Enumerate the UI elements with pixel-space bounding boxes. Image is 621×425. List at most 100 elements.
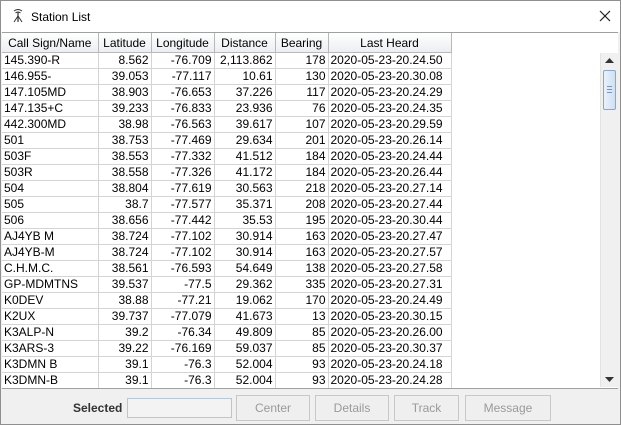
- table-header-row: Call Sign/Name Latitude Longitude Distan…: [2, 33, 452, 53]
- table-cell: 37.226: [214, 84, 276, 101]
- scroll-up-button[interactable]: [601, 53, 618, 69]
- table-row[interactable]: 501 38.753 -77.469 29.634 201 2020-05-23-20.2…: [2, 132, 452, 149]
- table-cell: 41.512: [214, 148, 276, 165]
- message-button[interactable]: Message: [465, 395, 551, 421]
- table-cell: -76.3: [151, 356, 215, 373]
- table-cell: AJ4YB-M: [2, 244, 99, 261]
- table-cell: K3ARS-3: [2, 340, 99, 357]
- close-button[interactable]: [590, 1, 620, 32]
- table-body: 145.390-R 8.562 -76.709 2,113.862 178 2020-05…: [2, 52, 452, 388]
- table-cell: 2020-05-23-20.24.28: [328, 372, 452, 388]
- table-row[interactable]: 505 38.7 -77.577 35.371 208 2020-05-23-20.27.…: [2, 196, 452, 213]
- table-cell: -77.5: [151, 276, 215, 293]
- table-row[interactable]: K3DMN B 39.1 -76.3 52.004 93 2020-05-23-20.24…: [2, 356, 452, 373]
- table-row[interactable]: GP-MDMTNS 39.537 -77.5 29.362 335 2020-05-23-…: [2, 276, 452, 293]
- table-cell: 39.053: [98, 68, 152, 85]
- column-header-last-heard[interactable]: Last Heard: [328, 33, 452, 53]
- scroll-down-button[interactable]: [601, 371, 618, 387]
- column-header-distance[interactable]: Distance: [214, 33, 276, 53]
- table-row[interactable]: 504 38.804 -77.619 30.563 218 2020-05-23-20.2…: [2, 180, 452, 197]
- title-bar: Station List: [1, 1, 620, 32]
- table-row[interactable]: C.H.M.C. 38.561 -76.593 54.649 138 2020-05-23…: [2, 260, 452, 277]
- table-row[interactable]: 146.955- 39.053 -77.117 10.61 130 2020-05-23-…: [2, 68, 452, 85]
- table-cell: GP-MDMTNS: [2, 276, 99, 293]
- table-cell: 41.673: [214, 308, 276, 325]
- table-cell: 76: [275, 100, 329, 117]
- content-area: Call Sign/Name Latitude Longitude Distan…: [1, 32, 620, 424]
- table-cell: 23.936: [214, 100, 276, 117]
- table-row[interactable]: K3DMN-B 39.1 -76.3 52.004 93 2020-05-23-20.24…: [2, 372, 452, 388]
- table-row[interactable]: 503R 38.558 -77.326 41.172 184 2020-05-23-20.…: [2, 164, 452, 181]
- vertical-scrollbar[interactable]: [600, 53, 618, 387]
- table-cell: 35.53: [214, 212, 276, 229]
- table-cell: 2020-05-23-20.24.35: [328, 100, 452, 117]
- table-cell: K2UX: [2, 308, 99, 325]
- table-row[interactable]: 506 38.656 -77.442 35.53 195 2020-05-23-20.30…: [2, 212, 452, 229]
- table-cell: 39.22: [98, 340, 152, 357]
- arrow-down-icon: [605, 377, 614, 382]
- table-row[interactable]: 147.135+C 39.233 -76.833 23.936 76 2020-05-23…: [2, 100, 452, 117]
- table-cell: AJ4YB M: [2, 228, 99, 245]
- table-row[interactable]: K3ALP-N 39.2 -76.34 49.809 85 2020-05-23-20.2…: [2, 324, 452, 341]
- table-cell: K3DMN-B: [2, 372, 99, 388]
- table-cell: 93: [275, 356, 329, 373]
- table-cell: 130: [275, 68, 329, 85]
- table-cell: 442.300MD: [2, 116, 99, 133]
- table-cell: 178: [275, 52, 329, 69]
- table-cell: -76.34: [151, 324, 215, 341]
- table-cell: -76.833: [151, 100, 215, 117]
- table-cell: K0DEV: [2, 292, 99, 309]
- table-cell: 2020-05-23-20.26.44: [328, 164, 452, 181]
- table-cell: 39.2: [98, 324, 152, 341]
- track-button[interactable]: Track: [394, 395, 459, 421]
- table-cell: 2020-05-23-20.30.08: [328, 68, 452, 85]
- table-cell: -76.593: [151, 260, 215, 277]
- table-cell: 38.804: [98, 180, 152, 197]
- table-cell: 52.004: [214, 372, 276, 388]
- column-header-bearing[interactable]: Bearing: [275, 33, 329, 53]
- table-cell: 19.062: [214, 292, 276, 309]
- scroll-thumb[interactable]: [603, 70, 616, 110]
- table-row[interactable]: 442.300MD 38.98 -76.563 39.617 107 2020-05-23…: [2, 116, 452, 133]
- table-row[interactable]: K2UX 39.737 -77.079 41.673 13 2020-05-23-20.3…: [2, 308, 452, 325]
- footer-bar: Selected Center Details Track Message: [1, 389, 620, 424]
- table-cell: -77.079: [151, 308, 215, 325]
- table-cell: 2020-05-23-20.24.50: [328, 52, 452, 69]
- table-row[interactable]: 145.390-R 8.562 -76.709 2,113.862 178 2020-05…: [2, 52, 452, 69]
- details-button[interactable]: Details: [315, 395, 389, 421]
- table-cell: 201: [275, 132, 329, 149]
- column-header-call-sign[interactable]: Call Sign/Name: [2, 33, 99, 53]
- table-cell: 38.724: [98, 228, 152, 245]
- table-row[interactable]: 503F 38.553 -77.332 41.512 184 2020-05-23-20.…: [2, 148, 452, 165]
- table-cell: 93: [275, 372, 329, 388]
- table-row[interactable]: 147.105MD 38.903 -76.653 37.226 117 2020-05-2…: [2, 84, 452, 101]
- table-cell: 146.955-: [2, 68, 99, 85]
- table-cell: 145.390-R: [2, 52, 99, 69]
- center-button[interactable]: Center: [236, 395, 310, 421]
- table-cell: 2020-05-23-20.27.57: [328, 244, 452, 261]
- table-cell: 39.617: [214, 116, 276, 133]
- table-cell: 2020-05-23-20.30.37: [328, 340, 452, 357]
- column-header-longitude[interactable]: Longitude: [151, 33, 215, 53]
- column-header-latitude[interactable]: Latitude: [98, 33, 152, 53]
- table-cell: 39.233: [98, 100, 152, 117]
- table-cell: 38.903: [98, 84, 152, 101]
- table-cell: 2020-05-23-20.29.59: [328, 116, 452, 133]
- table-cell: 335: [275, 276, 329, 293]
- table-cell: K3ALP-N: [2, 324, 99, 341]
- table-row[interactable]: AJ4YB-M 38.724 -77.102 30.914 163 2020-05-23-…: [2, 244, 452, 261]
- table-cell: 138: [275, 260, 329, 277]
- table-row[interactable]: K0DEV 38.88 -77.21 19.062 170 2020-05-23-20.2…: [2, 292, 452, 309]
- table-cell: 2020-05-23-20.24.44: [328, 148, 452, 165]
- table-cell: 2020-05-23-20.27.44: [328, 196, 452, 213]
- table-cell: 38.656: [98, 212, 152, 229]
- table-row[interactable]: AJ4YB M 38.724 -77.102 30.914 163 2020-05-23-…: [2, 228, 452, 245]
- table-cell: 2020-05-23-20.24.18: [328, 356, 452, 373]
- table-cell: K3DMN B: [2, 356, 99, 373]
- table-cell: 38.98: [98, 116, 152, 133]
- table-row[interactable]: K3ARS-3 39.22 -76.169 59.037 85 2020-05-23-20…: [2, 340, 452, 357]
- table-cell: -76.709: [151, 52, 215, 69]
- table-cell: 8.562: [98, 52, 152, 69]
- table-cell: 59.037: [214, 340, 276, 357]
- table-cell: 218: [275, 180, 329, 197]
